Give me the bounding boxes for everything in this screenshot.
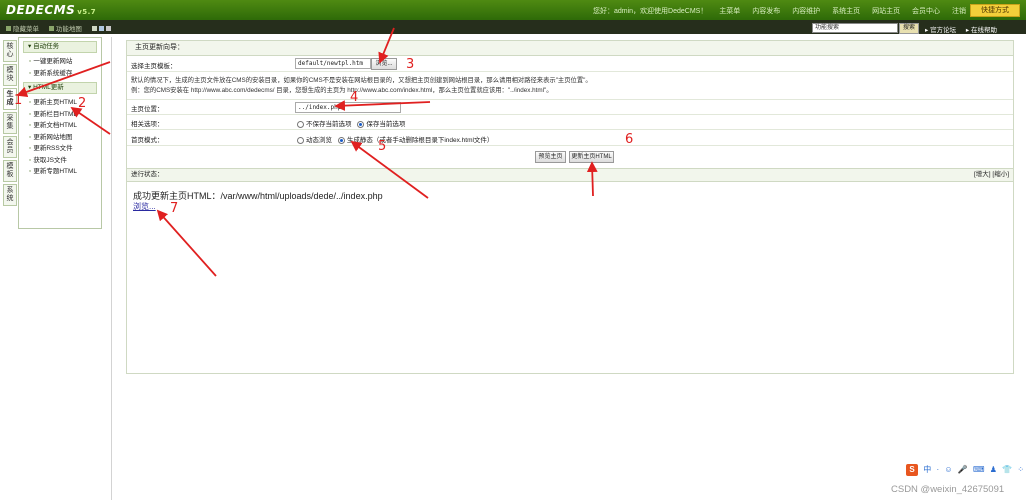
position-input[interactable]: ../index.php xyxy=(295,102,401,113)
sidebar-item-update-sitemap[interactable]: 更新网站地图 xyxy=(19,132,101,144)
greeting-text: 您好：admin，欢迎使用DedeCMS！ xyxy=(592,8,708,15)
function-search-input[interactable]: 功能搜索 xyxy=(812,23,898,33)
nav-logout[interactable]: 注销 xyxy=(952,8,966,15)
sidebar-group-html-update[interactable]: ▾ HTML更新 xyxy=(23,82,97,94)
radio-not-save-label: 不保存当前选项 xyxy=(306,121,352,128)
radio-static-label: 生成静态（或者手动删除根目录下index.html文件） xyxy=(346,137,494,144)
status-header: 进行状态： [增大] [缩小] xyxy=(127,168,1013,182)
search-button[interactable]: 搜索 xyxy=(899,23,919,34)
sogou-ime-icon[interactable]: S xyxy=(906,464,918,476)
hide-menu-link[interactable]: 隐藏菜单 xyxy=(6,26,39,33)
nav-member-center[interactable]: 会员中心 xyxy=(912,8,940,15)
sidebar-group-auto-task[interactable]: ▾ 自动任务 xyxy=(23,41,97,53)
nav-content-maintain[interactable]: 内容维护 xyxy=(792,8,820,15)
csdn-watermark: CSDN @weixin_42675091 xyxy=(891,484,1005,495)
related-row: 相关选项： 不保存当前选项 保存当前选项 xyxy=(127,115,1013,130)
annotation-number-5: 5 xyxy=(378,139,387,154)
page-title: 主页更新向导： xyxy=(127,41,1013,56)
ime-chinese-icon[interactable]: 中 xyxy=(923,465,931,474)
hide-menu-icon xyxy=(6,26,11,31)
sidebar-item-update-site[interactable]: 一键更新网站 xyxy=(19,56,101,68)
sidebar-item-update-home-html[interactable]: 更新主页HTML xyxy=(19,97,101,109)
tab-core[interactable]: 核心 xyxy=(3,40,17,62)
ime-menu-icon[interactable]: ⁘ xyxy=(1017,465,1024,474)
tab-template[interactable]: 模板 xyxy=(3,160,17,182)
official-forum-link[interactable]: ▸ 官方论坛 xyxy=(925,27,956,34)
status-size-controls[interactable]: [增大] [缩小] xyxy=(974,169,1009,181)
sidebar-item-update-column-html[interactable]: 更新栏目HTML xyxy=(19,109,101,121)
annotation-number-3: 3 xyxy=(406,57,415,72)
nav-content-publish[interactable]: 内容发布 xyxy=(752,8,780,15)
annotation-number-1: 1 xyxy=(14,93,23,108)
ime-mic-icon[interactable]: 🎤 xyxy=(958,465,968,474)
annotation-number-7: 7 xyxy=(170,201,179,216)
sidebar-item-update-rss[interactable]: 更新RSS文件 xyxy=(19,143,101,155)
update-home-html-button[interactable]: 更新主页HTML xyxy=(569,151,614,163)
mode-row: 首页模式： 动态浏览 生成静态（或者手动删除根目录下index.html文件） xyxy=(127,131,1013,146)
sidebar-item-update-cache[interactable]: 更新系统缓存 xyxy=(19,68,101,80)
annotation-number-4: 4 xyxy=(350,90,359,105)
status-label: 进行状态： xyxy=(131,171,164,178)
sidebar-item-update-doc-html[interactable]: 更新文档HTML xyxy=(19,120,101,132)
tab-collect[interactable]: 采集 xyxy=(3,112,17,134)
dedecms-logo[interactable]: DEDECMS v5.7 xyxy=(6,3,96,17)
template-input[interactable]: default/newtpl.htm xyxy=(295,58,371,69)
frame-splitter[interactable] xyxy=(111,37,112,500)
ime-keyboard-icon[interactable]: ⌨ xyxy=(973,465,985,474)
sidebar-item-update-topic-html[interactable]: 更新专题HTML xyxy=(19,166,101,178)
ime-tray: S 中 · ☺ 🎤 ⌨ ♟ 👕 ⁘ xyxy=(906,464,1026,477)
version-label: v5.7 xyxy=(77,8,97,16)
template-row: 选择主页模板： default/newtpl.htm 浏览... xyxy=(127,56,1013,72)
nav-site-home[interactable]: 网站主页 xyxy=(872,8,900,15)
online-help-link[interactable]: ▸ 在线帮助 xyxy=(966,27,997,34)
preview-home-button[interactable]: 预览主页 xyxy=(535,151,566,163)
tab-system[interactable]: 系统 xyxy=(3,184,17,206)
top-nav: 您好：admin，欢迎使用DedeCMS！ 主菜单 内容发布 内容维护 系统主页… xyxy=(583,6,966,16)
annotation-number-6: 6 xyxy=(625,132,634,147)
position-row: 主页位置： ../index.php xyxy=(127,99,1013,115)
tab-module[interactable]: 模块 xyxy=(3,64,17,86)
sidebar: ▾ 自动任务 一键更新网站 更新系统缓存 ▾ HTML更新 更新主页HTML 更… xyxy=(18,37,102,229)
browse-button[interactable]: 浏览... xyxy=(371,58,397,70)
tab-member[interactable]: 会员 xyxy=(3,136,17,158)
mode-label: 首页模式： xyxy=(131,137,164,144)
ime-skin-icon[interactable]: 👕 xyxy=(1002,465,1012,474)
position-label: 主页位置： xyxy=(131,106,164,113)
radio-dynamic-label: 动态浏览 xyxy=(306,137,332,144)
result-browse-link[interactable]: 浏览... xyxy=(133,201,156,212)
radio-not-save[interactable] xyxy=(297,120,304,128)
top-header: DEDECMS v5.7 您好：admin，欢迎使用DedeCMS！ 主菜单 内容… xyxy=(0,0,1026,20)
description-line-1: 默认的情况下，生成的主页文件放在CMS的安装目录，如果你的CMS不是安装在网站根… xyxy=(131,77,592,84)
ime-emoji-icon[interactable]: ☺ xyxy=(944,465,952,474)
annotation-number-2: 2 xyxy=(78,96,87,111)
function-map-link[interactable]: 功能地图 xyxy=(48,26,82,33)
nav-main-menu[interactable]: 主菜单 xyxy=(719,8,740,15)
radio-save[interactable] xyxy=(357,120,365,128)
related-options: 不保存当前选项 保存当前选项 xyxy=(297,118,405,128)
left-tabs: 核心 模块 生成 采集 会员 模板 系统 xyxy=(3,40,17,208)
template-label: 选择主页模板： xyxy=(131,63,177,70)
mode-options: 动态浏览 生成静态（或者手动删除根目录下index.html文件） xyxy=(297,134,493,144)
ime-punct-icon[interactable]: · xyxy=(936,465,939,474)
radio-save-label: 保存当前选项 xyxy=(366,121,406,128)
related-label: 相关选项： xyxy=(131,121,164,128)
radio-static[interactable] xyxy=(337,136,345,144)
quick-shortcut-button[interactable]: 快捷方式 xyxy=(970,4,1020,17)
main-panel: 主页更新向导： 选择主页模板： default/newtpl.htm 浏览...… xyxy=(126,40,1014,374)
ime-tool-icon[interactable]: ♟ xyxy=(990,465,997,474)
map-icon xyxy=(48,26,54,31)
sidebar-item-get-js[interactable]: 获取JS文件 xyxy=(19,155,101,167)
nav-system-home[interactable]: 系统主页 xyxy=(832,8,860,15)
color-squares-icon[interactable] xyxy=(91,26,113,33)
sub-right-links: ▸ 官方论坛 ▸ 在线帮助 xyxy=(925,24,1005,34)
radio-dynamic[interactable] xyxy=(297,136,304,144)
description-line-2: 例：您的CMS安装在 http://www.abc.com/dedecms/ 目… xyxy=(131,87,553,94)
